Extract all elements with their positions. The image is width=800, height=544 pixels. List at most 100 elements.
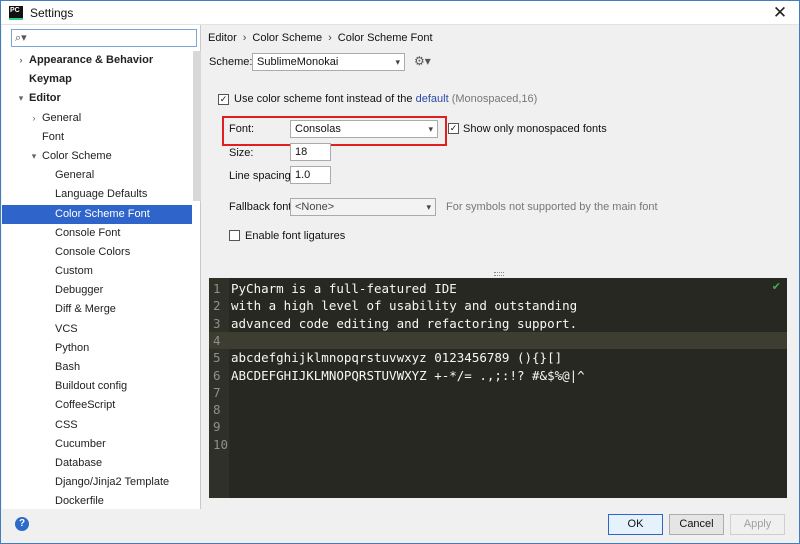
line-number: 3 <box>213 315 221 331</box>
sidebar-item-label: Diff & Merge <box>55 303 116 316</box>
sidebar-item[interactable]: Language Defaults <box>2 185 192 204</box>
code-line: 2 with a high level of usability and outs… <box>209 297 787 314</box>
ligatures-label: Enable font ligatures <box>245 230 346 242</box>
fallback-font-hint: For symbols not supported by the main fo… <box>446 201 658 213</box>
sidebar-item[interactable]: Console Colors <box>2 243 192 262</box>
chevron-right-icon[interactable]: › <box>29 109 39 128</box>
sidebar-item[interactable]: VCS <box>2 320 192 339</box>
scheme-select[interactable]: SublimeMonokai ▾ <box>252 53 405 71</box>
sidebar-item[interactable]: Custom <box>2 262 192 281</box>
code-line: 7 <box>209 384 787 401</box>
fallback-font-select[interactable]: <None> ▾ <box>290 198 436 216</box>
search-input[interactable] <box>32 31 192 45</box>
ligatures-checkbox[interactable] <box>229 230 240 241</box>
code-text: ABCDEFGHIJKLMNOPQRSTUVWXYZ +-*/= .,;:!? … <box>231 367 585 383</box>
sidebar-item[interactable]: Database <box>2 454 192 473</box>
font-select[interactable]: Consolas ▾ <box>290 120 438 138</box>
sidebar-item[interactable]: ▾ Editor <box>2 89 192 108</box>
line-spacing-label: Line spacing: <box>229 170 294 182</box>
sidebar-item-label: Cucumber <box>55 437 106 450</box>
sidebar-item-label: General <box>55 169 95 182</box>
size-label: Size: <box>229 147 254 159</box>
sidebar-item-label: General <box>42 111 82 124</box>
line-number: 6 <box>213 367 221 383</box>
sidebar-item[interactable]: Diff & Merge <box>2 300 192 319</box>
chevron-right-icon[interactable]: › <box>16 51 26 70</box>
breadcrumb: Editor › Color Scheme › Color Scheme Font <box>208 32 433 44</box>
sidebar-item[interactable]: General <box>2 166 192 185</box>
chevron-down-icon[interactable]: ▾ <box>29 147 39 166</box>
sidebar-item-label: Buildout config <box>55 380 128 393</box>
close-icon[interactable]: ✕ <box>771 4 789 22</box>
apply-button[interactable]: Apply <box>730 514 785 535</box>
sidebar-item-label: CSS <box>55 418 78 431</box>
sidebar-item[interactable]: Keymap <box>2 70 192 89</box>
content-pane: Editor › Color Scheme › Color Scheme Font Sc… <box>202 25 799 509</box>
sidebar-item[interactable]: CoffeeScript <box>2 396 192 415</box>
code-line: 5 abcdefghijklmnopqrstuvwxyz 0123456789 (… <box>209 349 787 366</box>
scheme-label: Scheme: <box>209 56 253 68</box>
gear-icon[interactable]: ⚙▾ <box>414 54 431 68</box>
ok-button[interactable]: OK <box>608 514 663 535</box>
sidebar-item-label: Keymap <box>29 73 72 86</box>
line-number: 1 <box>213 281 221 296</box>
sidebar-item-label: Console Colors <box>55 245 131 258</box>
sidebar-item[interactable]: Color Scheme Font <box>2 204 192 224</box>
sidebar-item-label: Debugger <box>55 284 104 297</box>
fallback-font-label: Fallback font: <box>229 201 295 213</box>
settings-tree: › Appearance & Behavior Keymap ▾ Editor › Gene… <box>2 51 192 512</box>
sidebar-item[interactable]: Cucumber <box>2 435 192 454</box>
code-line: 8 <box>209 401 787 418</box>
chevron-down-icon[interactable]: ▾ <box>16 89 26 108</box>
sidebar-item-label: Color Scheme Font <box>55 207 150 220</box>
line-spacing-field[interactable]: 1.0 <box>290 166 331 184</box>
sidebar-item-label: Django/Jinja2 Template <box>55 476 170 489</box>
sidebar-item[interactable]: Python <box>2 339 192 358</box>
code-line: 9 <box>209 418 787 435</box>
sidebar-item[interactable]: Django/Jinja2 Template <box>2 473 192 492</box>
chevron-down-icon: ▾ <box>428 124 433 134</box>
search-icon: ⌕▾ <box>15 32 27 44</box>
use-scheme-font-text: Use color scheme font instead of the <box>234 93 413 105</box>
sidebar-item[interactable]: › General <box>2 109 192 128</box>
code-line: 10 <box>209 436 787 453</box>
sidebar-item[interactable]: Bash <box>2 358 192 377</box>
font-value: Consolas <box>295 123 341 135</box>
use-scheme-font-label: Use color scheme font instead of the def… <box>234 93 537 105</box>
show-monospaced-checkbox[interactable]: ✓ <box>448 123 459 134</box>
chevron-down-icon: ▾ <box>395 57 400 67</box>
pycharm-icon: PC <box>9 5 23 20</box>
use-scheme-font-checkbox[interactable]: ✓ <box>218 94 229 105</box>
cancel-button[interactable]: Cancel <box>669 514 724 535</box>
sidebar-item[interactable]: Font <box>2 128 192 147</box>
code-line: 3 advanced code editing and refactoring s… <box>209 315 787 332</box>
sidebar-item-label: Console Font <box>55 226 121 239</box>
button-bar: ? OK Cancel Apply <box>1 509 799 543</box>
settings-window: PC Settings ✕ ⌕▾ › Appearance & Behavior K… <box>0 0 800 544</box>
sidebar-scrollbar[interactable] <box>193 51 201 201</box>
line-number: 9 <box>213 419 221 435</box>
help-icon[interactable]: ? <box>15 517 29 531</box>
code-text: with a high level of usability and outst… <box>231 298 578 314</box>
size-field[interactable]: 18 <box>290 143 331 161</box>
font-label: Font: <box>229 123 255 135</box>
sidebar-item[interactable]: Console Font <box>2 224 192 243</box>
search-box[interactable]: ⌕▾ <box>11 29 197 47</box>
sidebar-item-label: VCS <box>55 322 78 335</box>
breadcrumb-color-scheme: Color Scheme <box>252 32 323 44</box>
sidebar-item[interactable]: ▾ Color Scheme <box>2 147 192 166</box>
breadcrumb-editor: Editor <box>208 32 237 44</box>
font-preview-editor[interactable]: 1 PyCharm is a full-featured IDE 2 with a h… <box>209 278 787 498</box>
sidebar-item[interactable]: › Appearance & Behavior <box>2 51 192 70</box>
sidebar-item[interactable]: Buildout config <box>2 377 192 396</box>
line-number: 10 <box>213 436 229 452</box>
line-number: 7 <box>213 384 221 400</box>
splitter-handle[interactable] <box>494 272 504 276</box>
sidebar-item-label: Appearance & Behavior <box>29 54 154 66</box>
sidebar-item-label: Custom <box>55 265 93 278</box>
code-text: advanced code editing and refactoring su… <box>231 315 578 331</box>
sidebar-item[interactable]: Debugger <box>2 281 192 300</box>
code-line: 1 PyCharm is a full-featured IDE <box>209 280 787 297</box>
sidebar-item[interactable]: CSS <box>2 416 192 435</box>
default-font-link[interactable]: default <box>416 93 449 105</box>
